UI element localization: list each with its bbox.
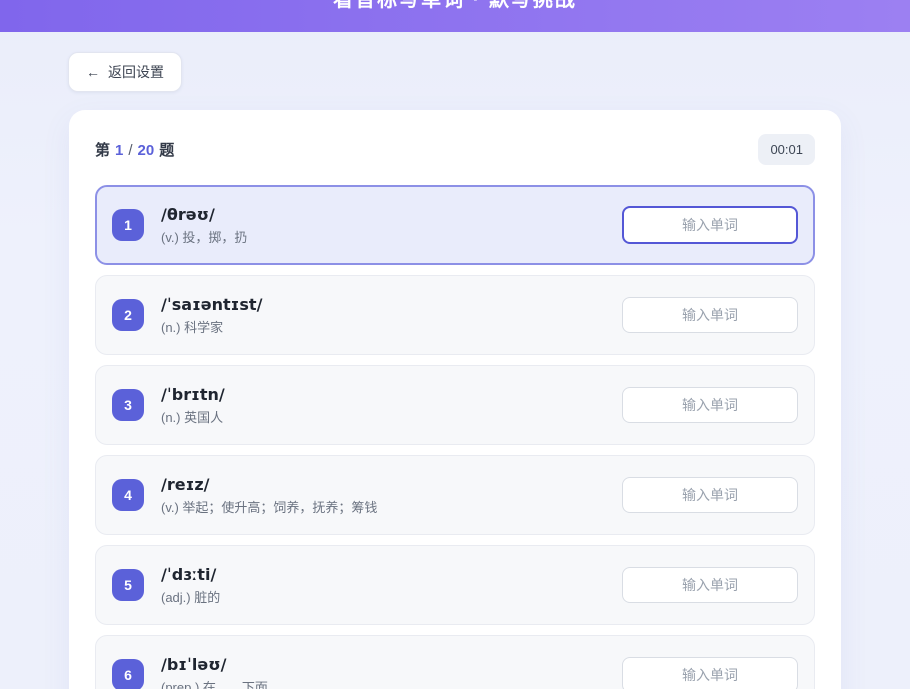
question-progress: 第 1 / 20 题 (95, 139, 174, 160)
question-item: 2 /ˈsaɪəntɪst/ (n.) 科学家 (95, 275, 815, 355)
phonetic-text: /ˈsaɪəntɪst/ (161, 295, 262, 314)
question-number-badge: 3 (112, 389, 144, 421)
meaning-text: (v.) 举起；使升高；饲养，抚养；筹钱 (161, 497, 377, 516)
meaning-text: (n.) 科学家 (161, 317, 262, 336)
progress-current: 1 (115, 142, 123, 159)
question-number-badge: 5 (112, 569, 144, 601)
question-number-badge: 6 (112, 659, 144, 689)
phonetic-text: /bɪˈləʊ/ (161, 655, 268, 674)
question-number-badge: 4 (112, 479, 144, 511)
question-list: 1 /θrəʊ/ (v.) 投，掷，扔 2 /ˈsaɪəntɪst/ (n.) … (95, 185, 815, 689)
back-button-label: 返回设置 (108, 62, 164, 82)
phonetic-text: /θrəʊ/ (161, 205, 247, 224)
meaning-text: (adj.) 脏的 (161, 587, 220, 606)
word-input[interactable] (622, 387, 798, 423)
question-number-badge: 2 (112, 299, 144, 331)
question-item: 6 /bɪˈləʊ/ (prep.) 在……下面 (95, 635, 815, 689)
question-item: 4 /reɪz/ (v.) 举起；使升高；饲养，抚养；筹钱 (95, 455, 815, 535)
question-text: /θrəʊ/ (v.) 投，掷，扔 (161, 205, 247, 246)
timer-badge: 00:01 (758, 134, 815, 165)
page-title: 看音标写单词 · 默写挑战 (333, 0, 577, 12)
question-text: /ˈsaɪəntɪst/ (n.) 科学家 (161, 295, 262, 336)
progress-prefix: 第 (95, 139, 110, 160)
phonetic-text: /ˈbrɪtn/ (161, 385, 225, 404)
word-input[interactable] (622, 567, 798, 603)
progress-suffix: 题 (159, 139, 174, 160)
progress-separator: / (128, 142, 132, 159)
progress-total: 20 (138, 142, 155, 159)
question-item: 1 /θrəʊ/ (v.) 投，掷，扔 (95, 185, 815, 265)
meaning-text: (prep.) 在……下面 (161, 677, 268, 689)
app-header: 看音标写单词 · 默写挑战 (0, 0, 910, 32)
word-input[interactable] (622, 206, 798, 244)
phonetic-text: /reɪz/ (161, 475, 377, 494)
question-item: 5 /ˈdɜːti/ (adj.) 脏的 (95, 545, 815, 625)
meaning-text: (n.) 英国人 (161, 407, 225, 426)
question-text: /ˈdɜːti/ (adj.) 脏的 (161, 565, 220, 606)
word-input[interactable] (622, 297, 798, 333)
question-item: 3 /ˈbrɪtn/ (n.) 英国人 (95, 365, 815, 445)
back-arrow-icon: ← (86, 64, 100, 80)
word-input[interactable] (622, 657, 798, 689)
word-input[interactable] (622, 477, 798, 513)
phonetic-text: /ˈdɜːti/ (161, 565, 220, 584)
back-to-settings-button[interactable]: ← 返回设置 (68, 52, 182, 92)
question-text: /ˈbrɪtn/ (n.) 英国人 (161, 385, 225, 426)
quiz-header: 第 1 / 20 题 00:01 (95, 134, 815, 165)
question-text: /reɪz/ (v.) 举起；使升高；饲养，抚养；筹钱 (161, 475, 377, 516)
meaning-text: (v.) 投，掷，扔 (161, 227, 247, 246)
quiz-card: 第 1 / 20 题 00:01 1 /θrəʊ/ (v.) 投，掷，扔 2 /… (69, 110, 841, 689)
question-number-badge: 1 (112, 209, 144, 241)
question-text: /bɪˈləʊ/ (prep.) 在……下面 (161, 655, 268, 689)
